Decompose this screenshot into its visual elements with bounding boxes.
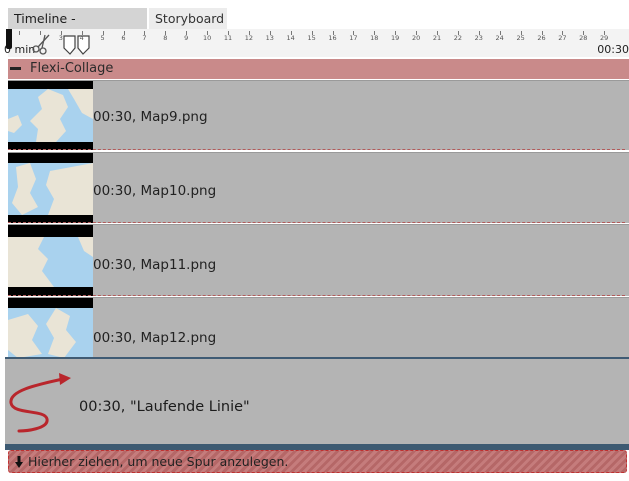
ruler-tick-label: 28 [579, 34, 588, 42]
map-thumbnail [8, 153, 93, 223]
timeline-ruler[interactable]: 0 min 00:30 3 4 5 6 7 8 9 10 11 12 13 14 15 16 17 18 19 2… [4, 29, 629, 57]
ruler-tick-label: 17 [349, 34, 358, 42]
tab-timeline-spuransicht[interactable]: Timeline - Spuransicht [8, 8, 147, 47]
track-divider [8, 295, 625, 296]
ruler-tick-label: 5 [100, 34, 105, 42]
arrow-down-icon [15, 456, 23, 468]
playhead-marker[interactable] [6, 29, 12, 49]
ruler-tick-label: 6 [121, 34, 126, 42]
ruler-tick-label: 29 [600, 34, 609, 42]
tab-storyboard[interactable]: Storyboard [149, 8, 227, 29]
track-label: 00:30, Map12.png [93, 330, 217, 346]
ruler-tick-label: 27 [558, 34, 567, 42]
ruler-end-label: 00:30 [597, 43, 629, 56]
ruler-tick [39, 31, 41, 35]
map-thumbnail [8, 81, 93, 150]
map-thumbnail [8, 225, 93, 296]
ruler-tick-label: 14 [286, 34, 295, 42]
ruler-tick-label: 8 [163, 34, 168, 42]
ruler-tick-label: 10 [202, 34, 212, 42]
collage-label: Flexi-Collage [30, 61, 114, 76]
ruler-tick-label: 24 [495, 34, 504, 42]
ruler-tick-label: 11 [223, 34, 233, 42]
ruler-tick-label: 3 [58, 34, 63, 42]
ruler-tick-label: 19 [391, 34, 400, 42]
track-divider [8, 149, 625, 150]
timeline-track[interactable]: 00:30, Map9.png [8, 80, 629, 150]
ruler-tick-label: 7 [142, 34, 147, 42]
ruler-tick-label: 22 [453, 34, 463, 42]
track-label: 00:30, Map11.png [93, 257, 217, 273]
ruler-tick-label: 9 [184, 34, 189, 42]
ruler-tick-label: 23 [474, 34, 483, 42]
ruler-tick-label: 15 [307, 34, 316, 42]
collapse-icon[interactable] [10, 67, 21, 70]
ruler-tick-label: 26 [537, 34, 546, 42]
scissors-icon[interactable] [30, 32, 54, 56]
collage-track-header[interactable]: Flexi-Collage [8, 59, 629, 79]
track-label: 00:30, Map10.png [93, 183, 217, 199]
timeline-track[interactable]: 00:30, Map12.png [8, 297, 629, 358]
ruler-tick-label: 18 [370, 34, 379, 42]
timeline-track[interactable]: 00:30, Map11.png [8, 224, 629, 296]
tab-bar: Timeline - Spuransicht Storyboard [0, 0, 629, 47]
ruler-tick-label: 20 [411, 34, 421, 42]
new-track-dropzone[interactable]: Hierher ziehen, um neue Spur anzulegen. [8, 450, 627, 473]
line-effect-track[interactable]: 00:30, "Laufende Linie" [5, 357, 629, 444]
line-effect-label: 00:30, "Laufende Linie" [79, 399, 250, 415]
ruler-tick-label: 4 [79, 34, 84, 42]
marker-icon[interactable] [62, 35, 92, 55]
ruler-tick-label: 13 [265, 34, 274, 42]
ruler-tick-label: 21 [432, 34, 442, 42]
ruler-tick-label: 16 [328, 34, 337, 42]
ruler-tick-label: 12 [244, 34, 254, 42]
dropzone-label: Hierher ziehen, um neue Spur anzulegen. [28, 454, 289, 469]
ruler-tick-label: 25 [516, 34, 525, 42]
curve-line-icon [9, 373, 71, 433]
ruler-tick [19, 31, 20, 35]
timeline-track[interactable]: 00:30, Map10.png [8, 152, 629, 223]
track-divider [8, 222, 625, 223]
track-label: 00:30, Map9.png [93, 109, 208, 125]
map-thumbnail [8, 298, 93, 358]
